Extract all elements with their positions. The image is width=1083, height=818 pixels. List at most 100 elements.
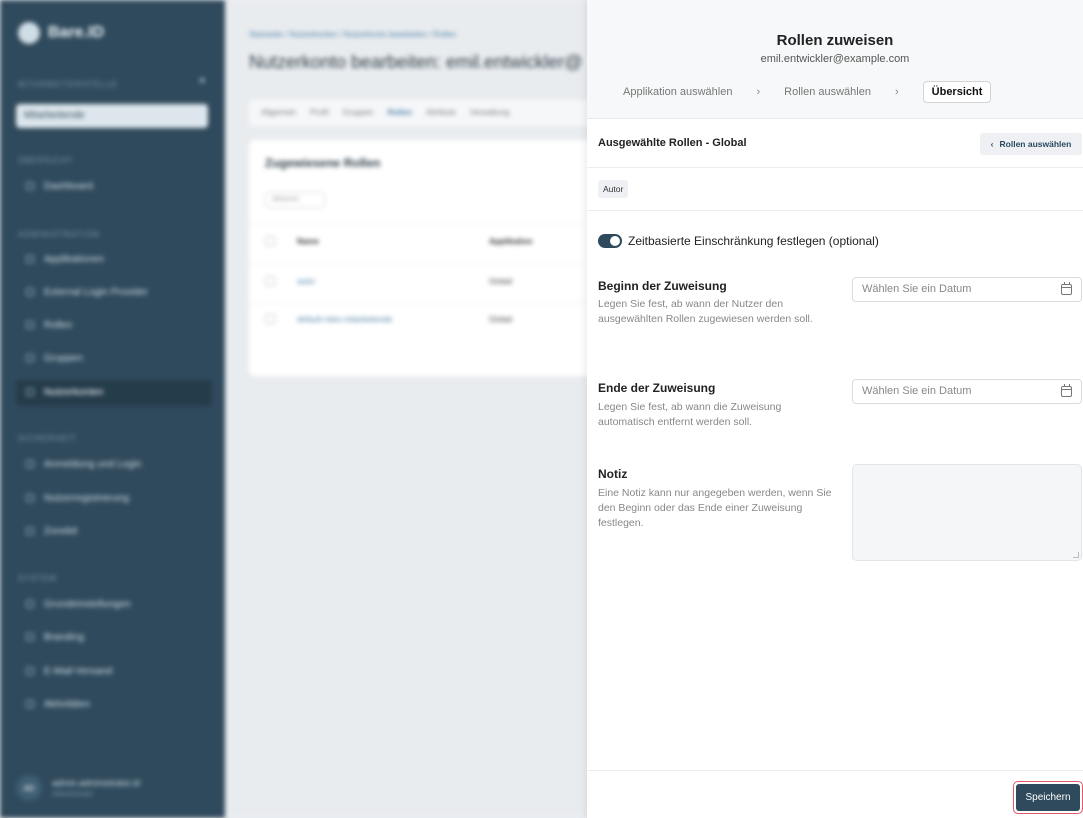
note-label: Notiz [598,467,628,481]
avatar: AD [16,775,42,801]
back-button-label: Rollen auswählen [999,139,1072,149]
user-role: Administrator [52,791,94,798]
save-button-focus-ring: Speichern [1013,781,1083,814]
role-link[interactable]: default-roles-mitarbeitende [297,315,392,324]
tab-attributes[interactable]: Attribute [426,108,456,118]
assign-roles-drawer: Rollen zuweisen emil.entwickler@example.… [587,0,1083,818]
step-select-roles[interactable]: Rollen auswählen [784,86,871,98]
sidebar-item-security-3[interactable]: Zonebit [16,519,212,545]
row-checkbox[interactable] [265,276,275,286]
tab-management[interactable]: Verwaltung [470,108,510,118]
card-title: Zugewiesene Rollen [265,156,381,170]
sidebar-item-external-login[interactable]: External Login Provider [16,280,212,306]
save-button[interactable]: Speichern [1016,784,1080,811]
sidebar-item-label: Applikationen [44,254,105,265]
time-restriction-toggle[interactable] [598,234,622,248]
chevron-left-icon: ‹ [990,139,994,149]
background-app: Bare.ID Mitarbeiterstelle ✕ Mitarbeitend… [0,0,649,818]
sidebar-item-groups[interactable]: Gruppen [16,346,212,372]
sidebar-item-label: Anmeldung und Login [44,459,142,470]
selected-roles-header: Ausgewählte Rollen - Global ‹ Rollen aus… [587,119,1083,168]
shield-icon [26,527,34,535]
sidebar-item-roles[interactable]: Rollen [16,313,212,339]
sidebar-item-activities[interactable]: Aktivitäten [16,692,212,718]
page-title: Nutzerkonto bearbeiten: emil.entwickler@ [249,52,583,72]
tab-profile[interactable]: Profil [310,108,328,118]
row-checkbox[interactable] [265,314,275,324]
sidebar-item-label: E-Mail-Versand [44,666,113,677]
begin-label: Beginn der Zuweisung [598,279,727,293]
sidebar-item-label: Rollen [44,320,73,331]
drawer-title: Rollen zuweisen [776,32,894,49]
main-content: Startseite / Nutzerkonten / Nutzerkonto … [225,0,649,818]
end-label: Ende der Zuweisung [598,381,716,395]
sidebar-item-settings[interactable]: Grundeinstellungen [16,592,212,618]
sidebar-section-security: Sicherheit [18,434,77,443]
lock-icon [26,460,34,468]
role-link[interactable]: autor [297,277,315,286]
selected-roles-list: Autor [587,168,1083,211]
note-description: Eine Notiz kann nur angegeben werden, we… [598,487,832,529]
app-icon [26,255,34,263]
sidebar-item-label: Dashboard [44,181,93,192]
column-header-name: Name [297,237,319,246]
key-icon [26,321,34,329]
sidebar-item-label: Nutzerregistrierung [44,493,130,504]
sidebar-item-accounts[interactable]: Nutzerkonten [16,380,212,406]
end-date-input[interactable]: Wählen Sie ein Datum [852,379,1082,404]
role-app: Global [489,277,513,286]
drawer-header: Rollen zuweisen emil.entwickler@example.… [587,0,1083,119]
sidebar-item-registration[interactable]: Nutzerregistrierung [16,486,212,512]
brand: Bare.ID [18,22,104,44]
brand-name: Bare.ID [48,24,105,41]
sidebar-item-email[interactable]: E-Mail-Versand [16,659,212,685]
step-select-application[interactable]: Applikation auswählen [623,86,732,98]
sidebar-item-dashboard[interactable]: Dashboard [16,174,212,200]
sidebar: Bare.ID Mitarbeiterstelle ✕ Mitarbeitend… [0,0,225,818]
sidebar-item-label: Grundeinstellungen [44,599,131,610]
select-all-checkbox[interactable] [265,236,275,246]
chevron-right-icon: › [756,86,761,98]
begin-date-input[interactable]: Wählen Sie ein Datum [852,277,1082,302]
group-icon [26,354,34,362]
breadcrumb[interactable]: Startseite / Nutzerkonten / Nutzerkonto … [249,30,456,39]
back-to-roles-button[interactable]: ‹ Rollen auswählen [980,133,1082,155]
tab-groups[interactable]: Gruppen [342,108,373,118]
user-info: admin.administrator.id Administrator [52,778,140,798]
gear-icon [26,600,34,608]
sidebar-item-label: Gruppen [44,353,83,364]
begin-date-placeholder: Wählen Sie ein Datum [862,283,972,295]
calendar-icon[interactable] [1061,282,1072,295]
role-tag: Autor [598,180,629,198]
drawer-footer: Speichern [587,770,1083,818]
role-app: Global [489,315,513,324]
toggle-label: Zeitbasierte Einschränkung festlegen (op… [628,234,879,248]
resize-handle-icon[interactable] [1073,552,1079,558]
actions-dropdown[interactable]: Aktionen [265,192,325,208]
sidebar-item-label: External Login Provider [44,287,148,298]
begin-description: Legen Sie fest, ab wann der Nutzer den a… [598,298,813,325]
step-overview[interactable]: Übersicht [922,81,992,103]
sidebar-section-tenant: Mitarbeiterstelle [18,80,118,89]
sidebar-item-label: Nutzerkonten [44,387,104,398]
sidebar-item-label: Zonebit [44,526,78,537]
calendar-icon[interactable] [1061,384,1072,397]
chevron-right-icon: › [894,86,899,98]
brand-logo-icon [18,22,40,44]
stepper: Applikation auswählen › Rollen auswählen… [623,80,992,104]
sidebar-item-label: Aktivitäten [44,699,91,710]
sidebar-item-login[interactable]: Anmeldung und Login [16,452,212,478]
tab-roles[interactable]: Rollen [388,108,412,118]
close-icon[interactable]: ✕ [198,76,206,87]
activity-icon [26,700,34,708]
tab-general[interactable]: Allgemein [261,108,296,118]
sidebar-item-applications[interactable]: Applikationen [16,247,212,273]
current-user[interactable]: AD admin.administrator.id Administrator [16,772,212,804]
link-icon [26,288,34,296]
time-restriction-toggle-row: Zeitbasierte Einschränkung festlegen (op… [598,234,879,248]
tenant-select[interactable]: Mitarbeitende [16,104,208,128]
sidebar-item-branding[interactable]: Branding [16,625,212,651]
note-textarea[interactable] [852,464,1082,561]
user-plus-icon [26,494,34,502]
sidebar-section-system: System [18,574,57,583]
